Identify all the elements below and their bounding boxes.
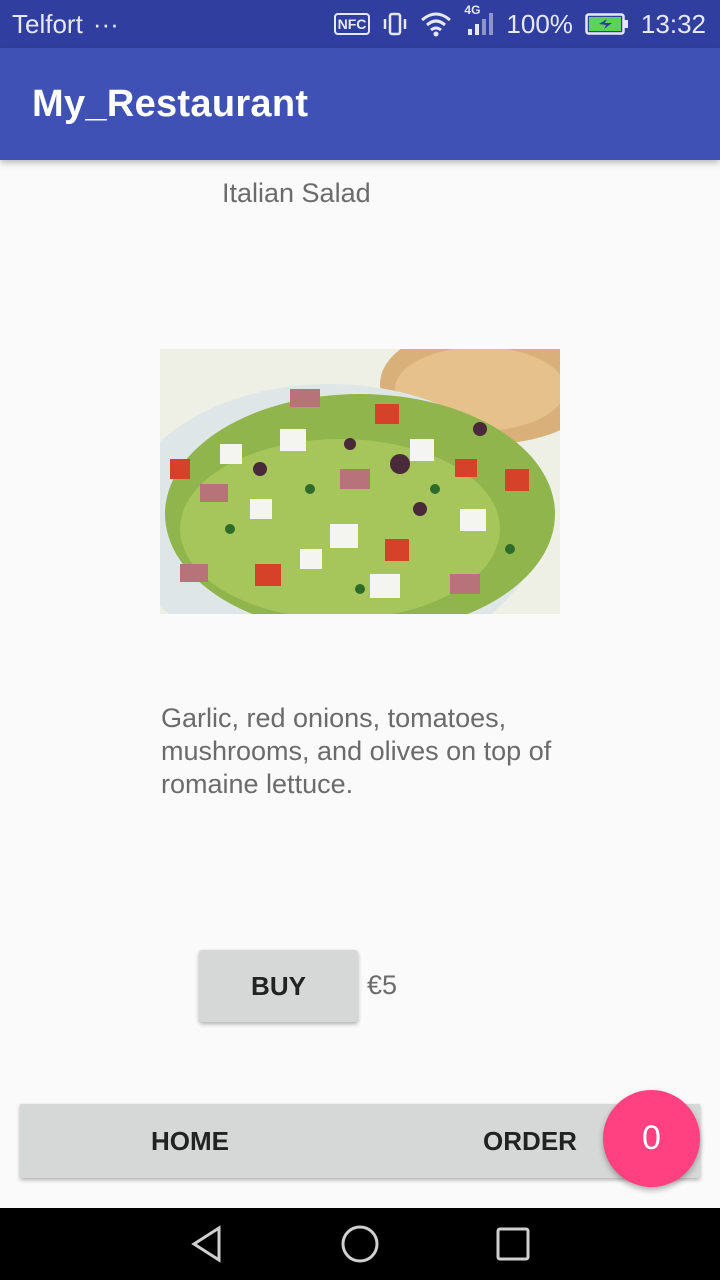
buy-button[interactable]: BUY (199, 950, 358, 1022)
signal-icon: 4G (464, 3, 494, 37)
home-button[interactable]: HOME (20, 1104, 360, 1178)
network-type: 4G (464, 3, 481, 17)
clock: 13:32 (640, 8, 706, 39)
nav-recents-icon[interactable] (493, 1224, 533, 1264)
nfc-icon: NFC (333, 13, 371, 35)
battery-charging-icon (585, 12, 629, 36)
vibrate-icon (382, 11, 408, 37)
wifi-icon (420, 11, 452, 37)
app-bar: My_Restaurant (0, 48, 720, 160)
cart-count-fab[interactable]: 0 (603, 1090, 700, 1187)
status-right: NFC 4G 100% 13:32 (333, 3, 706, 40)
status-left: Telfort ··· (12, 9, 119, 40)
bottom-nav: HOME ORDER (20, 1104, 700, 1178)
nav-back-icon[interactable] (187, 1224, 227, 1264)
battery-percent: 100% (506, 8, 573, 39)
app-title: My_Restaurant (32, 82, 309, 125)
item-description: Garlic, red onions, tomatoes, mushrooms,… (161, 703, 552, 799)
salad-photo (160, 349, 560, 614)
carrier-name: Telfort (12, 8, 83, 39)
system-nav-bar (0, 1208, 720, 1280)
notification-more: ··· (92, 8, 119, 39)
nav-home-icon[interactable] (340, 1224, 380, 1264)
item-name: Italian Salad (222, 178, 371, 208)
item-price: €5 (367, 970, 398, 1000)
status-bar: Telfort ··· NFC 4G 100% 13:32 (0, 0, 720, 48)
